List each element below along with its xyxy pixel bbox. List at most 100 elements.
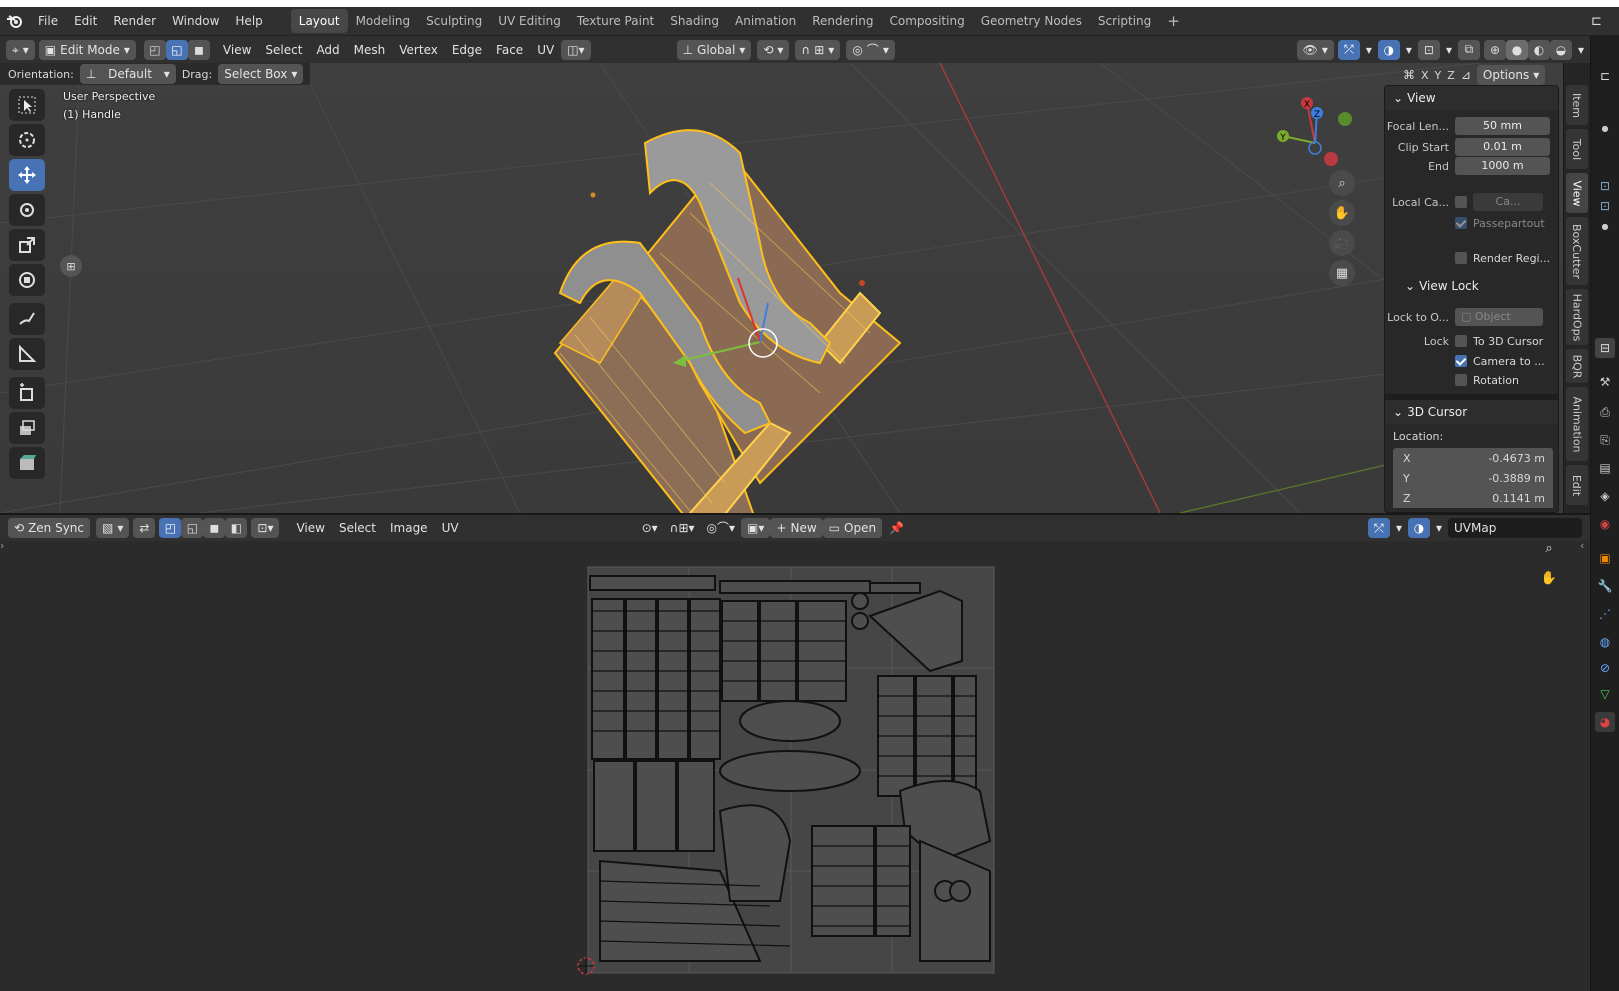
uv-sync-toggle[interactable]: ⇄ xyxy=(133,518,156,538)
zoom-button[interactable]: ⌕ xyxy=(1329,170,1355,196)
move-tool[interactable] xyxy=(9,159,45,191)
view-section-header[interactable]: ⌄ View xyxy=(1385,86,1558,110)
uv-gizmo-toggle[interactable]: ⤱ xyxy=(1367,518,1390,538)
tab-rendering[interactable]: Rendering xyxy=(804,9,881,33)
3d-cursor-header[interactable]: ⌄ 3D Cursor xyxy=(1385,400,1558,424)
uv-overlay-dropdown[interactable]: ▾ xyxy=(1429,518,1448,538)
world-properties-icon[interactable]: ◉ xyxy=(1595,514,1615,534)
uv-vertex-select-button[interactable]: ◰ xyxy=(159,518,182,538)
menu-window[interactable]: Window xyxy=(164,10,227,32)
annotate-tool[interactable] xyxy=(9,303,45,335)
ortho-toggle-button[interactable]: ▦ xyxy=(1329,260,1355,286)
scale-tool[interactable] xyxy=(9,229,45,261)
blender-logo-icon[interactable] xyxy=(0,13,30,29)
uv-image-browse-dropdown[interactable]: ▣▾ xyxy=(741,518,771,538)
overlay-toggle[interactable]: ◑ xyxy=(1377,39,1400,60)
menu-vertex[interactable]: Vertex xyxy=(392,40,445,60)
mirror-y-toggle[interactable]: Y xyxy=(1435,69,1442,82)
uv-proportional-toggle[interactable]: ◎⌒▾ xyxy=(700,518,742,538)
outliner-mesh-icon[interactable]: ⊡ xyxy=(1595,176,1615,196)
local-camera-field[interactable]: Ca... xyxy=(1473,193,1543,211)
add-workspace-button[interactable]: + xyxy=(1159,9,1188,33)
uv-gizmo-dropdown[interactable]: ▾ xyxy=(1389,518,1408,538)
uv-pan-hand-button[interactable]: ✋ xyxy=(1536,565,1562,591)
view-layer-properties-icon[interactable]: ▤ xyxy=(1595,458,1615,478)
scene-properties-icon[interactable]: ◈ xyxy=(1595,486,1615,506)
options-dropdown[interactable]: Options ▾ xyxy=(1476,65,1546,85)
select-box-tool[interactable] xyxy=(9,89,45,121)
tab-modeling[interactable]: Modeling xyxy=(348,9,419,33)
tab-animation[interactable]: Animation xyxy=(727,9,804,33)
drag-dropdown[interactable]: Select Box ▾ xyxy=(218,64,304,84)
zen-sync-button[interactable]: ⟲ Zen Sync xyxy=(8,518,91,538)
tab-bqr[interactable]: BQR xyxy=(1566,349,1588,383)
object-properties-icon[interactable]: ▣ xyxy=(1595,548,1615,568)
menu-help[interactable]: Help xyxy=(227,10,270,32)
cursor-tool[interactable] xyxy=(9,124,45,156)
uv-menu-image[interactable]: Image xyxy=(383,518,435,538)
render-region-checkbox[interactable] xyxy=(1455,252,1467,264)
mesh-options-dropdown[interactable]: ◫▾ xyxy=(561,39,591,60)
particles-properties-icon[interactable]: ⋰ xyxy=(1595,604,1615,624)
focal-length-field[interactable]: 50 mm xyxy=(1455,117,1550,135)
add-cube-tool[interactable] xyxy=(9,377,45,409)
data-properties-icon[interactable]: ▽ xyxy=(1595,684,1615,704)
passepartout-checkbox[interactable] xyxy=(1455,217,1467,229)
to-3d-cursor-checkbox[interactable] xyxy=(1455,335,1467,347)
vertex-select-button[interactable]: ◰ xyxy=(143,39,166,60)
material-shading-button[interactable]: ◐ xyxy=(1527,39,1550,60)
uv-menu-uv[interactable]: UV xyxy=(435,518,466,538)
tab-animation[interactable]: Animation xyxy=(1566,387,1588,461)
uv-sticky-dropdown[interactable]: ⊡▾ xyxy=(251,518,280,538)
uv-island-select-button[interactable]: ◧ xyxy=(225,518,248,538)
camera-to-view-checkbox[interactable] xyxy=(1455,355,1467,367)
output-properties-icon[interactable]: ⎘ xyxy=(1595,430,1615,450)
navigation-gizmo[interactable]: X Z Y xyxy=(1265,93,1355,173)
menu-render[interactable]: Render xyxy=(105,10,164,32)
auto-merge-icon[interactable]: ⊿ xyxy=(1461,68,1471,82)
tab-view[interactable]: View xyxy=(1566,173,1588,213)
clip-end-field[interactable]: 1000 m xyxy=(1455,157,1550,175)
menu-add[interactable]: Add xyxy=(309,40,346,60)
gizmo-dropdown[interactable]: ▾ xyxy=(1359,39,1378,60)
uv-editor-area[interactable]: › ⌕ ✋ ‹ Ac Go xyxy=(0,541,1590,991)
3d-viewport[interactable]: User Perspective (1) Handle ⊞ X Z Y ⌕ ✋ … xyxy=(0,63,1590,513)
uv-snap-dropdown[interactable]: ∩⊞▾ xyxy=(663,518,701,538)
modifier-properties-icon[interactable]: 🔧 xyxy=(1595,576,1615,596)
uv-overlay-toggle[interactable]: ◑ xyxy=(1407,518,1430,538)
camera-view-button[interactable]: 🎥 xyxy=(1329,230,1355,256)
tab-layout[interactable]: Layout xyxy=(290,9,348,33)
clip-start-field[interactable]: 0.01 m xyxy=(1455,138,1550,156)
local-camera-checkbox[interactable] xyxy=(1455,196,1467,208)
face-select-button[interactable]: ◼ xyxy=(187,39,210,60)
uv-editor-type-dropdown[interactable]: ▧ ▾ xyxy=(96,518,130,538)
inset-tool[interactable] xyxy=(9,447,45,479)
menu-edit[interactable]: Edit xyxy=(66,10,105,32)
proportional-edit-toggle[interactable]: ◎ ⌒ ▾ xyxy=(846,39,895,60)
uv-toolbar-toggle[interactable]: › xyxy=(0,541,4,552)
menu-face[interactable]: Face xyxy=(489,40,530,60)
render-properties-icon[interactable]: ⎙ xyxy=(1595,402,1615,422)
uv-pivot-dropdown[interactable]: ⊙▾ xyxy=(635,518,664,538)
tab-sculpting[interactable]: Sculpting xyxy=(418,9,490,33)
cursor-x-field[interactable]: X -0.4673 m xyxy=(1393,448,1553,468)
transform-orientation-dropdown[interactable]: ⊥ Global ▾ xyxy=(676,39,752,60)
uvmap-field[interactable]: UVMap xyxy=(1448,518,1582,538)
outliner-mesh-icon-2[interactable]: ⊡ xyxy=(1595,196,1615,216)
uv-open-image-button[interactable]: ▭ Open xyxy=(822,518,883,538)
shading-dropdown[interactable]: ▾ xyxy=(1571,39,1590,60)
rotate-tool[interactable] xyxy=(9,194,45,226)
lock-to-object-field[interactable]: ▢ Object xyxy=(1455,308,1543,326)
tab-compositing[interactable]: Compositing xyxy=(881,9,972,33)
xray-toggle[interactable]: ⧉ xyxy=(1457,39,1480,60)
constraints-properties-icon[interactable]: ⊘ xyxy=(1595,658,1615,678)
pan-hand-button[interactable]: ✋ xyxy=(1329,200,1355,226)
physics-properties-icon[interactable]: ◍ xyxy=(1595,632,1615,652)
transform-tool[interactable] xyxy=(9,264,45,296)
uv-menu-view[interactable]: View xyxy=(289,518,331,538)
mesh-overlay-dropdown[interactable]: ▾ xyxy=(1439,39,1458,60)
view-lock-header[interactable]: ⌄ View Lock xyxy=(1385,274,1558,298)
tool-properties-icon[interactable]: ⚒ xyxy=(1595,372,1615,392)
editor-type-dropdown[interactable]: ⌖ ▾ xyxy=(6,39,35,60)
properties-editor-icon[interactable]: ⊟ xyxy=(1595,338,1615,358)
